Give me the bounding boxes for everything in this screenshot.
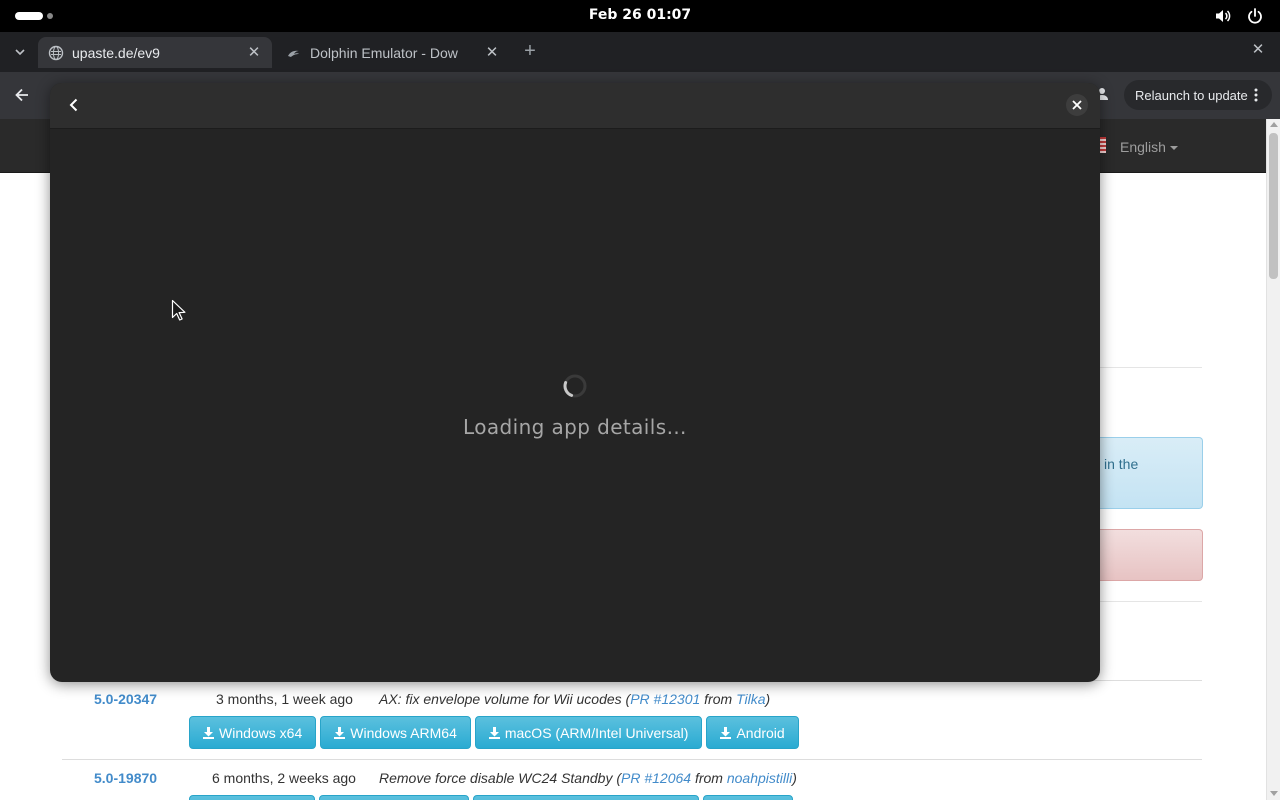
dialog-header bbox=[50, 83, 1100, 129]
release-age: 3 months, 1 week ago bbox=[216, 691, 353, 707]
tab-dolphin-emulator[interactable]: Dolphin Emulator - Dow ✕ bbox=[276, 37, 510, 68]
back-arrow-icon[interactable] bbox=[12, 85, 32, 105]
desc-prefix: AX: fix envelope volume for Wii ucodes ( bbox=[379, 691, 631, 707]
release-version-link[interactable]: 5.0-20347 bbox=[94, 691, 157, 707]
download-buttons-row: Windows x64 Windows ARM64 macOS (ARM/Int… bbox=[189, 716, 799, 749]
download-label: Windows ARM64 bbox=[350, 724, 457, 741]
loading-message: Loading app details… bbox=[463, 415, 687, 439]
close-icon bbox=[1072, 100, 1082, 110]
close-tab-icon[interactable]: ✕ bbox=[246, 44, 262, 61]
author-link[interactable]: Tilka bbox=[736, 691, 765, 707]
desc-suffix: ) bbox=[792, 770, 797, 786]
dialog-close-button[interactable] bbox=[1066, 94, 1088, 116]
scroll-down-arrow-icon[interactable] bbox=[1270, 791, 1278, 796]
tab-title: Dolphin Emulator - Dow bbox=[310, 44, 458, 61]
tab-search-chevron-icon[interactable] bbox=[10, 44, 30, 60]
tab-strip: upaste.de/ev9 ✕ Dolphin Emulator - Dow ✕… bbox=[0, 32, 1280, 72]
page-scrollbar[interactable] bbox=[1266, 119, 1280, 800]
download-windows-x64-button[interactable] bbox=[189, 795, 315, 800]
desc-prefix: Remove force disable WC24 Standby ( bbox=[379, 770, 621, 786]
tab-upaste[interactable]: upaste.de/ev9 ✕ bbox=[38, 37, 272, 68]
desc-from: from bbox=[691, 770, 727, 786]
info-alert-text: in the bbox=[1104, 456, 1139, 472]
app-details-dialog: Loading app details… bbox=[50, 83, 1100, 682]
divider bbox=[1100, 367, 1202, 368]
download-label: macOS (ARM/Intel Universal) bbox=[504, 724, 689, 741]
download-icon bbox=[334, 726, 346, 739]
download-icon bbox=[488, 726, 500, 739]
scroll-up-arrow-icon[interactable] bbox=[1270, 122, 1278, 127]
relaunch-label: Relaunch to update bbox=[1135, 87, 1248, 103]
download-android-button[interactable]: Android bbox=[706, 716, 799, 749]
download-label: Android bbox=[736, 724, 785, 741]
system-status-area[interactable] bbox=[1214, 7, 1264, 25]
scrollbar-thumb[interactable] bbox=[1269, 133, 1278, 279]
release-version-link[interactable]: 5.0-19870 bbox=[94, 770, 157, 786]
globe-icon bbox=[48, 45, 64, 60]
download-icon bbox=[720, 726, 732, 739]
download-android-button[interactable] bbox=[703, 795, 793, 800]
close-tab-icon[interactable]: ✕ bbox=[484, 44, 500, 61]
mouse-pointer-icon bbox=[171, 299, 186, 321]
download-windows-arm64-button[interactable]: Windows ARM64 bbox=[320, 716, 471, 749]
download-label: Windows x64 bbox=[219, 724, 303, 741]
new-tab-plus-icon[interactable]: + bbox=[520, 41, 540, 61]
divider bbox=[1100, 601, 1202, 602]
author-link[interactable]: noahpistilli bbox=[727, 770, 792, 786]
download-macos-button[interactable]: macOS (ARM/Intel Universal) bbox=[474, 716, 703, 749]
loading-spinner-icon bbox=[563, 374, 587, 398]
tab-title: upaste.de/ev9 bbox=[72, 44, 160, 61]
release-description: Remove force disable WC24 Standby (PR #1… bbox=[379, 770, 797, 786]
pr-link[interactable]: PR #12064 bbox=[621, 770, 691, 786]
info-alert: in the bbox=[1100, 437, 1203, 509]
language-label: English bbox=[1120, 139, 1166, 155]
power-icon bbox=[1248, 8, 1262, 24]
download-icon bbox=[203, 726, 214, 739]
clock[interactable]: Feb 26 01:07 bbox=[0, 7, 1280, 23]
desc-from: from bbox=[700, 691, 737, 707]
language-dropdown[interactable]: English bbox=[1120, 139, 1178, 155]
download-buttons-row bbox=[189, 795, 793, 800]
back-chevron-icon[interactable] bbox=[64, 95, 84, 115]
pr-link[interactable]: PR #12301 bbox=[630, 691, 700, 707]
dolphin-icon bbox=[288, 50, 299, 57]
desc-suffix: ) bbox=[765, 691, 771, 707]
download-windows-arm64-button[interactable] bbox=[319, 795, 469, 800]
download-windows-x64-button[interactable]: Windows x64 bbox=[189, 716, 317, 749]
download-macos-button[interactable] bbox=[473, 795, 699, 800]
release-age: 6 months, 2 weeks ago bbox=[212, 770, 356, 786]
caret-down-icon bbox=[1169, 146, 1178, 151]
row-divider bbox=[62, 759, 1202, 760]
kebab-menu-icon bbox=[1254, 88, 1258, 102]
release-description: AX: fix envelope volume for Wii ucodes (… bbox=[379, 691, 770, 707]
system-top-bar: Feb 26 01:07 bbox=[0, 0, 1280, 32]
relaunch-to-update-button[interactable]: Relaunch to update bbox=[1124, 80, 1272, 110]
danger-alert bbox=[1100, 529, 1203, 581]
volume-icon bbox=[1216, 10, 1231, 22]
window-close-icon[interactable]: ✕ bbox=[1250, 42, 1266, 58]
